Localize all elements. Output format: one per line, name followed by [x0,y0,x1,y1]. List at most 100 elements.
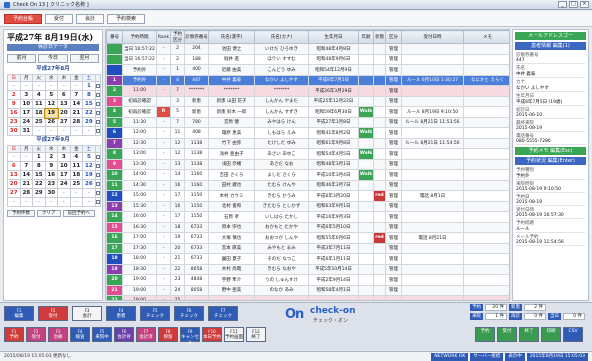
calendar-day[interactable]: 19 [44,107,59,119]
calendar-day[interactable]: 16 [44,170,59,180]
calendar-day[interactable]: 28 [19,188,34,198]
table-row[interactable]: 18 18:00-21 6733 園田 夏子 そのだ なつこ 平成6年1月11日 管理 [106,253,509,265]
close-button[interactable]: × [580,1,589,8]
email-header-button[interactable]: メールアドレスゴー [515,32,586,40]
table-row[interactable]: 3 初再診確認 R 3 新患 新患 山田 花子 しんかん やまだ 平成25年12月22日 Wal… [106,95,509,107]
patient-info-edit-button[interactable]: 患者情報 編集(1) [515,42,586,50]
calendar-day[interactable]: 10 [57,161,71,171]
function-key-button[interactable]: 印刷 [541,327,561,342]
calendar-day[interactable]: 25 [32,117,46,127]
function-key-button[interactable]: F7 チェック [208,306,238,321]
calendar-day[interactable]: 26 [44,117,59,127]
function-key-button[interactable]: F6 会計待 [114,327,134,342]
calendar-day[interactable]: 5 [44,90,59,100]
next-month-button[interactable]: 翌月 [69,54,99,63]
week-checkbox[interactable] [94,197,102,207]
week-checkbox[interactable] [94,152,102,162]
calendar-day[interactable]: 29 [82,117,96,127]
function-key-button[interactable]: F10 本日予約 [202,327,222,342]
calendar-day[interactable]: 23 [44,179,59,189]
column-header[interactable]: 氏名(漢字) [208,30,255,44]
week-checkbox[interactable] [94,170,102,180]
table-row[interactable]: 21 19:00-24 8058 野中 亜美 のなか あみ 昭和58年4月1日 管理 [106,284,509,296]
calendar-day[interactable]: 30 [7,126,21,136]
toolbar-tab-0[interactable]: 予約台帳 [4,13,43,24]
minimize-button[interactable]: _ [558,1,567,8]
week-checkbox[interactable] [94,99,102,109]
calendar-day[interactable]: 4 [69,152,84,162]
function-key-button[interactable]: F1 予約 [4,327,24,342]
calendar-day[interactable]: 24 [57,179,71,189]
calendar-day[interactable]: 17 [57,170,71,180]
table-row[interactable]: 8 13:00-12 1138 浅井 亜由子 あさい あゆこ 昭和54年4月5日 Walk 管… [106,148,509,160]
calendar-day[interactable]: 26 [82,179,96,189]
calendar-day[interactable]: 9 [44,161,59,171]
table-row[interactable]: 15 16:30-18 6733 岡本 崇也 おかもと たかや 平成6年5月10日 管理 [106,221,509,233]
calendar-day[interactable]: 7 [19,161,34,171]
week-checkbox[interactable] [94,126,102,136]
table-row[interactable]: 14 16:00-17 1150 石原 孝いしはら たかし 平成16年9月3日 管理 [106,211,509,223]
calendar-day[interactable]: 9 [7,99,21,109]
calendar-day[interactable]: 23 [7,117,21,127]
column-header[interactable]: 診察券番号 [184,30,209,44]
prev-reservation-chip[interactable]: 前回予約へ [62,210,95,217]
calendar-day[interactable]: 17 [19,108,34,118]
calendar-day[interactable]: 7 [69,90,84,100]
calendar-day[interactable]: 3 [57,152,71,162]
toolbar-tab-2[interactable]: 会計 [76,13,105,24]
calendar-day[interactable]: 6 [7,161,21,171]
column-header[interactable]: 区分 [385,30,402,44]
column-header[interactable]: 受付日時 [401,30,464,44]
function-key-button[interactable]: F3 会計 [72,306,102,321]
week-checkbox[interactable] [94,108,102,118]
calendar-day[interactable]: 15 [82,99,96,109]
column-header[interactable]: 予約時間 [122,30,157,44]
calendar-day[interactable]: 22 [82,108,96,118]
calendar-day[interactable]: 20 [7,179,21,189]
calendar-day[interactable]: 1 [32,152,46,162]
calendar-day[interactable]: 5 [82,152,96,162]
calendar-day[interactable]: 18 [32,108,46,118]
column-header[interactable]: メモ [463,30,509,44]
calendar-day[interactable]: 14 [19,170,34,180]
calendar-day[interactable]: 4 [32,90,46,100]
week-checkbox[interactable] [94,81,102,91]
week-checkbox[interactable] [94,90,102,100]
table-row[interactable]: 予約外 -1 400 近藤 由美 こんどう ゆみ 昭和54年12月9日 管理 [106,64,509,76]
table-row[interactable]: 17 17:30-20 6733 宮本 麻美 みやもと まみ 平成3年7月11日 管理 [106,242,509,254]
calendar-day[interactable]: 13 [7,170,21,180]
table-row[interactable]: 当日 16:57:22-2 188 堀井 進ほりい すすむ 昭和48年9月6日 管理 [106,53,509,65]
calendar-day[interactable]: 12 [82,161,96,171]
function-key-button[interactable]: F7 会計済 [136,327,156,342]
calendar-day[interactable]: 10 [19,99,34,109]
table-row[interactable]: 12 15:00-17 1150 木村 カウミ きむら かうみ 平成6年3月20日 red 管… [106,190,509,202]
calendar-day[interactable]: 13 [57,99,71,109]
function-key-button[interactable]: F2 受付 [26,327,46,342]
calendar-day[interactable]: 27 [7,188,21,198]
week-checkbox[interactable] [94,161,102,171]
clear-chip[interactable]: クリア [37,210,61,217]
function-key-button[interactable]: F4 検査 [70,327,90,342]
calendar-day[interactable]: 21 [69,108,84,118]
column-header[interactable]: 氏名(カナ) [254,30,309,44]
function-key-button[interactable]: F4 患者 [106,306,136,321]
table-row[interactable]: 20 19:00-23 4848 宇野 隼介 うの しゅんすけ 平成2年9月14日 管理 [106,274,509,286]
calendar-day[interactable]: 15 [32,170,46,180]
function-key-button[interactable]: F5 来院中 [92,327,112,342]
table-row[interactable]: 11 14:30-16 1160 田村 鍵也 たむら けんや 昭和46年3月7日 Walk 管… [106,179,509,191]
column-header[interactable]: Rank [156,30,171,44]
calendar-day[interactable]: 6 [57,90,71,100]
today-button[interactable]: 今日 [38,54,68,63]
calendar-day[interactable]: 16 [7,108,21,118]
column-header[interactable]: 生年月日 [308,30,359,44]
calendar-day[interactable]: 27 [57,117,71,127]
reservation-status-edit-button[interactable]: 予約状況 編集(Enter) [515,157,586,165]
table-row[interactable]: 16 17:00-19 6733 大塚 慎也 おおつか しんや 昭和55年6月6日 red 管… [106,232,509,244]
calendar-day[interactable]: 12 [44,99,59,109]
column-header[interactable]: 状態 [373,30,386,44]
table-row[interactable]: 9 13:30-13 1138 浅田 奈緒 あさだ なお 昭和48年3月1日 Walk 管理 [106,158,509,170]
column-header[interactable]: 予約区分 [170,30,185,44]
table-row[interactable]: 4 初再診確認 R 5 新患 新患 鈴木 一郎 しんかん すずき 昭和59年6月30日 Walk… [106,106,509,118]
calendar-day[interactable]: 8 [32,161,46,171]
calendar-day[interactable]: 31 [19,126,34,136]
